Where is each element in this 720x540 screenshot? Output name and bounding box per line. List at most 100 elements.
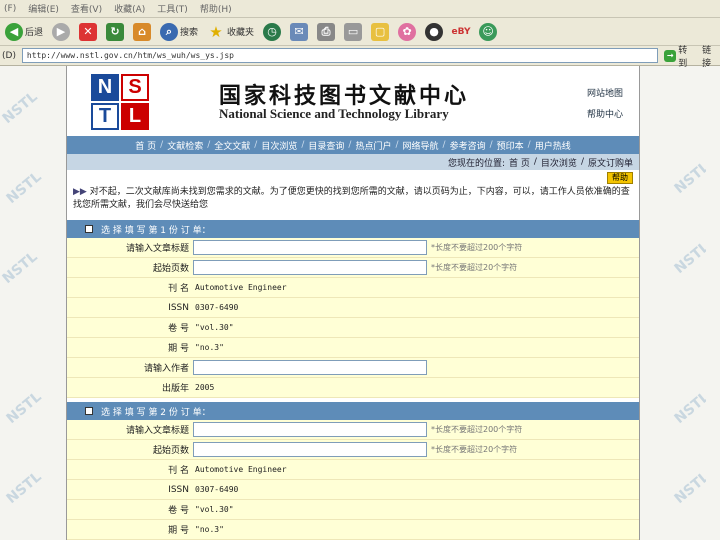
nstl-logo: N S T L [91, 74, 149, 130]
edit-icon: ▭ [344, 22, 363, 41]
menu-edit[interactable]: 编辑(E) [28, 2, 59, 15]
author-input[interactable] [193, 360, 427, 375]
watermark: NSTL [0, 248, 41, 288]
form-row-issn: ISSN 0307-6490 [67, 298, 639, 318]
notice-text: ▶▶ 对不起，二次文献库尚未找到您需求的文献。为了便您更快的找到您所需的文献，请… [73, 187, 630, 210]
form-row-volume: 卷 号 "vol.30" [67, 500, 639, 520]
watermark: NSTL [0, 88, 41, 128]
links-label[interactable]: 链接 [696, 43, 720, 69]
go-arrow-icon: → [664, 49, 677, 62]
title-input[interactable] [193, 422, 427, 437]
print-button[interactable]: ⎙ [314, 21, 338, 43]
header-links: 网站地图 帮助中心 [587, 86, 623, 120]
pages-input[interactable] [193, 260, 427, 275]
breadcrumb: 您现在的位置: 首 页 / 目次浏览 / 原文订购单 [67, 154, 639, 170]
search-button[interactable]: ⌕ 搜索 [157, 21, 201, 43]
checkbox[interactable] [85, 407, 93, 415]
home-button[interactable]: ⌂ [130, 21, 154, 43]
penguin-icon: ● [425, 22, 444, 41]
nav-item[interactable]: 网络导航 [403, 139, 439, 152]
nav-item[interactable]: 全文文献 [214, 139, 250, 152]
site-map-link[interactable]: 网站地图 [587, 86, 623, 99]
messenger-icon: ☺ [479, 22, 498, 41]
nav-item[interactable]: 用户热线 [535, 139, 571, 152]
checkbox[interactable] [85, 225, 93, 233]
nav-item[interactable]: 目次浏览 [261, 139, 297, 152]
form-row-title: 请输入文章标题 *长度不要超过200个字符 [67, 420, 639, 440]
nav-item[interactable]: 热点门户 [355, 139, 391, 152]
menu-view[interactable]: 查看(V) [71, 2, 102, 15]
ebay-button[interactable]: eBY [449, 21, 473, 43]
nav-item[interactable]: 目录查询 [308, 139, 344, 152]
watermark: NSTL [3, 168, 45, 208]
form-row-journal: 刊 名 Automotive Engineer [67, 278, 639, 298]
print-icon: ⎙ [317, 22, 336, 41]
toolbar: ◀ 后退 ▶ ✕ ↻ ⌂ ⌕ 搜索 ★ 收藏夹 ◷ ✉ ⎙ ▭ ▢ ✿ ● eBY ☺ [0, 18, 720, 46]
address-bar: (D) http://www.nstl.gov.cn/htm/ws_wuh/ws… [0, 43, 720, 69]
double-arrow-icon: ▶▶ [73, 187, 87, 197]
form-row-journal: 刊 名 Automotive Engineer [67, 460, 639, 480]
menu-tools[interactable]: 工具(T) [157, 2, 188, 15]
address-label: (D) [2, 50, 16, 61]
note-icon: ▢ [371, 22, 390, 41]
menu-file[interactable]: (F) [4, 4, 16, 14]
order-section-1-header: 选 择 填 写 第 1 份 订 单： [67, 220, 639, 238]
star-icon: ★ [209, 22, 223, 41]
form-row-author: 请输入作者 [67, 358, 639, 378]
help-button[interactable]: 帮助 [607, 172, 633, 184]
title-input[interactable] [193, 240, 427, 255]
back-button[interactable]: ◀ 后退 [2, 21, 46, 43]
favorites-button[interactable]: ★ 收藏夹 [204, 21, 257, 43]
breadcrumb-link[interactable]: 首 页 [509, 156, 530, 169]
home-icon: ⌂ [133, 22, 152, 41]
messenger-button[interactable]: ☺ [476, 21, 500, 43]
flower-button[interactable]: ✿ [395, 21, 419, 43]
nav-item[interactable]: 文献检索 [167, 139, 203, 152]
nav-item[interactable]: 参考咨询 [450, 139, 486, 152]
qq-button[interactable]: ● [422, 21, 446, 43]
watermark: NSTL [3, 388, 45, 428]
form-row-pages: 起始页数 *长度不要超过20个字符 [67, 258, 639, 278]
form-row-issue: 期 号 "no.3" [67, 520, 639, 540]
history-icon: ◷ [263, 22, 282, 41]
web-page: N S T L 国家科技图书文献中心 National Science and … [66, 66, 640, 540]
menu-favorites[interactable]: 收藏(A) [114, 2, 145, 15]
stop-button[interactable]: ✕ [76, 21, 100, 43]
form-row-issue: 期 号 "no.3" [67, 338, 639, 358]
site-title-english: National Science and Technology Library [219, 106, 449, 121]
refresh-icon: ↻ [106, 22, 125, 41]
history-button[interactable]: ◷ [260, 21, 284, 43]
edit-button[interactable]: ▭ [341, 21, 365, 43]
scrollbar[interactable] [706, 66, 720, 540]
breadcrumb-link[interactable]: 目次浏览 [541, 156, 577, 169]
form-row-pages: 起始页数 *长度不要超过20个字符 [67, 440, 639, 460]
form-row-issn: ISSN 0307-6490 [67, 480, 639, 500]
back-arrow-icon: ◀ [5, 22, 23, 41]
menu-bar: (F) 编辑(E) 查看(V) 收藏(A) 工具(T) 帮助(H) [0, 0, 720, 18]
flower-icon: ✿ [398, 22, 417, 41]
order-form-2: 请输入文章标题 *长度不要超过200个字符 起始页数 *长度不要超过20个字符 刊 … [67, 420, 639, 540]
site-header: N S T L 国家科技图书文献中心 National Science and … [67, 66, 639, 136]
form-row-volume: 卷 号 "vol.30" [67, 318, 639, 338]
address-input[interactable]: http://www.nstl.gov.cn/htm/ws_wuh/ws_ys.… [21, 48, 659, 63]
mail-icon: ✉ [290, 22, 309, 41]
watermark: NSTL [3, 468, 45, 508]
form-row-title: 请输入文章标题 *长度不要超过200个字符 [67, 238, 639, 258]
ebay-icon: eBY [451, 26, 471, 37]
order-section-2-header: 选 择 填 写 第 2 份 订 单： [67, 402, 639, 420]
help-center-link[interactable]: 帮助中心 [587, 107, 623, 120]
mail-button[interactable]: ✉ [287, 21, 311, 43]
menu-help[interactable]: 帮助(H) [200, 2, 232, 15]
form-row-year: 出版年 2005 [67, 378, 639, 398]
refresh-button[interactable]: ↻ [103, 21, 127, 43]
go-button[interactable]: → 转到 [658, 43, 696, 69]
stop-icon: ✕ [79, 22, 98, 41]
order-form-1: 请输入文章标题 *长度不要超过200个字符 起始页数 *长度不要超过20个字符 刊 … [67, 238, 639, 398]
forward-button[interactable]: ▶ [49, 21, 73, 43]
breadcrumb-current: 原文订购单 [587, 158, 633, 169]
pages-input[interactable] [193, 442, 427, 457]
forward-arrow-icon: ▶ [52, 22, 71, 41]
nav-item[interactable]: 预印本 [497, 139, 524, 152]
note-button[interactable]: ▢ [368, 21, 392, 43]
nav-item[interactable]: 首 页 [135, 139, 156, 152]
